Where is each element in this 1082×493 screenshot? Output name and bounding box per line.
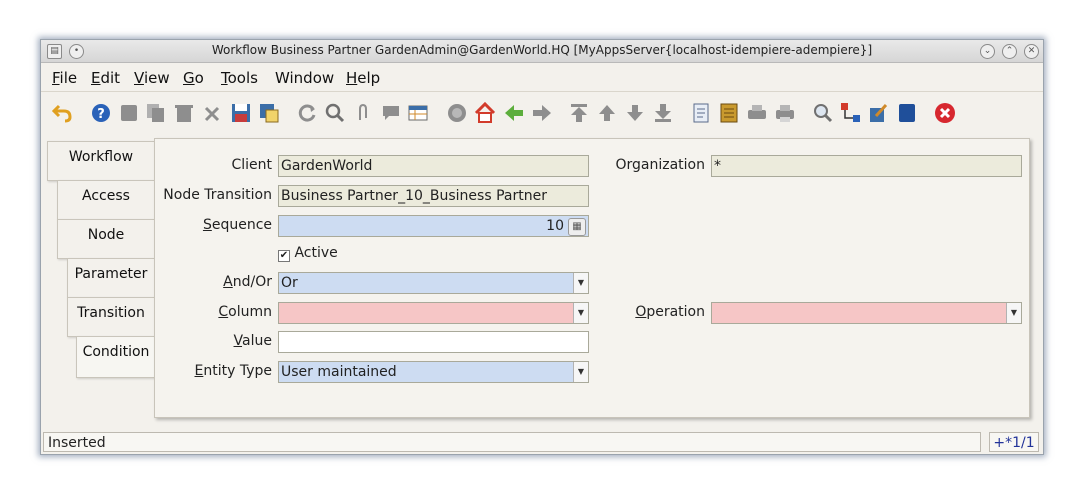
minimize-icon[interactable]: ⌄ <box>980 44 995 59</box>
report-icon[interactable] <box>690 102 712 124</box>
end-icon[interactable] <box>934 102 956 124</box>
andor-label: And/Or <box>223 274 272 290</box>
status-bar: Inserted +*1/1 <box>41 432 1043 454</box>
active-label: Active <box>294 245 338 261</box>
chevron-down-icon[interactable]: ▼ <box>573 303 588 323</box>
organization-label: Organization <box>615 157 705 173</box>
delete-selection-icon[interactable] <box>202 102 224 124</box>
next-record-icon[interactable] <box>624 102 646 124</box>
calculator-icon[interactable]: ▦ <box>568 218 586 236</box>
menu-go[interactable]: Go <box>183 69 204 87</box>
record-panel: Client GardenWorld Organization * Node T… <box>154 138 1030 418</box>
organization-field[interactable]: * <box>711 155 1022 177</box>
node-transition-label: Node Transition <box>163 187 272 203</box>
chevron-down-icon[interactable]: ▼ <box>1006 303 1021 323</box>
close-window-icon[interactable]: ✕ <box>1024 44 1039 59</box>
undo-icon[interactable] <box>51 102 73 124</box>
sequence-label: Sequence <box>202 217 272 233</box>
forward-icon[interactable] <box>531 102 553 124</box>
previous-record-icon[interactable] <box>596 102 618 124</box>
delete-icon[interactable] <box>173 102 195 124</box>
new-icon[interactable] <box>118 102 140 124</box>
chevron-down-icon[interactable]: ▼ <box>573 362 588 382</box>
save-new-icon[interactable] <box>258 102 280 124</box>
active-checkbox-row: ✔ Active <box>278 245 338 262</box>
record-indicator[interactable]: +*1/1 <box>989 432 1039 452</box>
grid-toggle-icon[interactable] <box>407 102 429 124</box>
operation-select[interactable]: ▼ <box>711 302 1022 324</box>
entity-type-select[interactable]: User maintained ▼ <box>278 361 589 383</box>
save-icon[interactable] <box>230 102 252 124</box>
find-icon[interactable] <box>324 102 346 124</box>
client-label: Client <box>231 157 272 173</box>
tab-workflow[interactable]: Workflow <box>47 141 155 181</box>
menu-help[interactable]: Help <box>346 69 380 87</box>
print-preview-icon[interactable] <box>746 102 768 124</box>
menu-tools[interactable]: Tools <box>221 69 258 87</box>
value-field[interactable] <box>278 331 589 353</box>
first-record-icon[interactable] <box>568 102 590 124</box>
tab-parameter[interactable]: Parameter <box>67 258 155 298</box>
sequence-value: 10 <box>546 218 564 234</box>
help-icon[interactable]: ? <box>90 102 112 124</box>
back-icon[interactable] <box>503 102 525 124</box>
value-label: Value <box>233 333 272 349</box>
menu-edit[interactable]: Edit <box>91 69 120 87</box>
column-label: Column <box>218 304 272 320</box>
title-bar: ▤ • Workflow Business Partner GardenAdmi… <box>41 40 1043 63</box>
window-title: Workflow Business Partner GardenAdmin@Ga… <box>211 43 873 57</box>
tab-node[interactable]: Node <box>57 219 155 259</box>
menu-view[interactable]: View <box>134 69 170 87</box>
svg-text:?: ? <box>97 107 105 122</box>
attachment-icon[interactable] <box>352 102 374 124</box>
product-info-icon[interactable] <box>896 102 918 124</box>
status-message: Inserted <box>43 432 981 452</box>
menu-bar: File Edit View Go Tools Window Help <box>41 63 1043 92</box>
tab-transition[interactable]: Transition <box>67 297 155 337</box>
active-checkbox[interactable]: ✔ <box>278 250 290 262</box>
chevron-down-icon[interactable]: ▼ <box>573 273 588 293</box>
workflow-icon[interactable] <box>840 102 862 124</box>
request-icon[interactable] <box>868 102 890 124</box>
zoom-across-icon[interactable] <box>812 102 834 124</box>
menu-window[interactable]: Window <box>275 69 334 87</box>
copy-icon[interactable] <box>145 102 167 124</box>
refresh-icon[interactable] <box>296 102 318 124</box>
history-icon[interactable] <box>446 102 468 124</box>
last-record-icon[interactable] <box>652 102 674 124</box>
node-transition-field[interactable]: Business Partner_10_Business Partner <box>278 185 589 207</box>
column-select[interactable]: ▼ <box>278 302 589 324</box>
menu-file[interactable]: File <box>52 69 77 87</box>
toolbar: ? <box>41 93 1043 135</box>
archive-icon[interactable] <box>718 102 740 124</box>
chat-icon[interactable] <box>380 102 402 124</box>
sequence-field[interactable]: 10 ▦ <box>278 215 589 237</box>
client-field[interactable]: GardenWorld <box>278 155 589 177</box>
operation-label: Operation <box>635 304 705 320</box>
content-area: Workflow Access Node Parameter Transitio… <box>41 138 1043 430</box>
entity-type-value: User maintained <box>281 364 397 380</box>
home-icon[interactable] <box>474 102 496 124</box>
app-window: ▤ • Workflow Business Partner GardenAdmi… <box>40 39 1044 455</box>
andor-select[interactable]: Or ▼ <box>278 272 589 294</box>
tab-condition[interactable]: Condition <box>76 336 156 378</box>
entity-type-label: Entity Type <box>194 363 273 379</box>
maximize-icon[interactable]: ⌃ <box>1002 44 1017 59</box>
tab-access[interactable]: Access <box>57 180 155 220</box>
andor-value: Or <box>281 275 298 291</box>
print-icon[interactable] <box>774 102 796 124</box>
